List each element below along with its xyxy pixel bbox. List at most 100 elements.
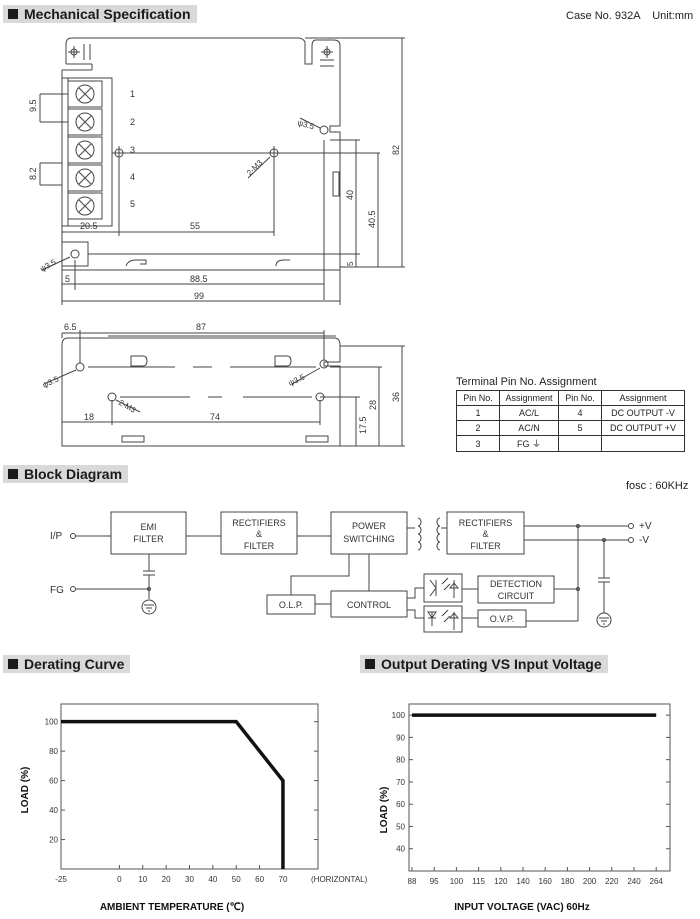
block-text: & xyxy=(256,529,262,539)
terminal-icon xyxy=(70,586,76,592)
x-tick-label: -25 xyxy=(55,875,67,884)
y-tick-label: 70 xyxy=(396,778,405,787)
terminal-icon xyxy=(70,533,76,539)
x-tick-label: 70 xyxy=(279,875,288,884)
terminal-icon xyxy=(628,537,634,543)
dim-label: 17.5 xyxy=(358,416,368,434)
square-bullet-icon xyxy=(8,659,18,669)
side-view-outline xyxy=(61,337,341,447)
block-text: O.L.P. xyxy=(279,600,303,610)
derating-curve-chart: -25 0 10 20 30 40 50 60 7020406080100 (HORIZONTA… xyxy=(20,703,368,913)
table-header: Assignment xyxy=(601,390,685,406)
table-cell: DC OUTPUT +V xyxy=(601,420,685,436)
output-neg-label: -V xyxy=(639,535,649,546)
table-cell: 1 xyxy=(456,405,500,421)
dim-label: 87 xyxy=(196,322,206,332)
x-tick-label: 95 xyxy=(430,877,439,886)
block-power-switching xyxy=(330,511,408,555)
block-text: RECTIFIERS xyxy=(232,518,286,528)
block-text: CONTROL xyxy=(347,600,391,610)
dim-label: 6.5 xyxy=(64,322,77,332)
terminal-number: 2 xyxy=(130,117,135,127)
transformer-icon xyxy=(407,517,447,551)
y-tick-label: 20 xyxy=(49,836,58,845)
x-tick-label: 0 xyxy=(117,875,122,884)
dim-label: 18 xyxy=(84,412,94,422)
dim-label: 99 xyxy=(194,291,204,301)
table-header-row: Pin No. Assignment Pin No. Assignment xyxy=(456,390,685,406)
block-text: FILTER xyxy=(244,541,275,551)
x-tick-label: 100 xyxy=(450,877,464,886)
table-header: Pin No. xyxy=(456,390,500,406)
input-label: I/P xyxy=(50,531,63,542)
dim-label: 28 xyxy=(368,400,378,410)
block-text: DETECTION xyxy=(490,579,542,589)
dim-label: 40 xyxy=(345,190,355,200)
pin-table-caption: Terminal Pin No. Assignment xyxy=(456,376,597,388)
block-text: FILTER xyxy=(470,541,501,551)
y-tick-label: 50 xyxy=(396,822,405,831)
y-tick-label: 90 xyxy=(396,733,405,742)
optocoupler-icon xyxy=(423,605,463,633)
table-cell: 5 xyxy=(558,420,602,436)
dim-label: 5 xyxy=(65,274,70,284)
dim-label: 88.5 xyxy=(190,274,208,284)
y-tick-label: 80 xyxy=(49,747,58,756)
mount-hole-icon xyxy=(319,125,329,135)
dim-pitch: 8.2 xyxy=(28,167,38,180)
x-tick-label: 220 xyxy=(605,877,619,886)
output-pos-label: +V xyxy=(639,521,652,532)
table-cell xyxy=(558,435,602,452)
dim-label: 20.5 xyxy=(80,221,98,231)
x-tick-label: 60 xyxy=(255,875,264,884)
case-outline xyxy=(61,37,341,271)
output-derating-chart: 88 95 100 115 120 140 160 180 200 220 240 264 40 50 60… xyxy=(379,703,671,913)
dim-label: 36 xyxy=(391,392,401,402)
terminal-screws xyxy=(67,80,103,220)
dim-label: 82 xyxy=(391,145,401,155)
x-tick-label: 120 xyxy=(494,877,508,886)
y-tick-label: 80 xyxy=(396,756,405,765)
x-tick-label: 30 xyxy=(185,875,194,884)
block-text: & xyxy=(482,529,488,539)
table-cell: AC/N xyxy=(499,420,559,436)
section-header-derating-curve: Derating Curve xyxy=(3,655,131,673)
square-bullet-icon xyxy=(8,469,18,479)
chart-plot-area xyxy=(408,703,671,872)
y-tick-label: 100 xyxy=(392,711,406,720)
chart-plot-area xyxy=(60,703,319,870)
section-title: Output Derating VS Input Voltage xyxy=(381,656,602,672)
x-tick-label: 160 xyxy=(539,877,553,886)
table-cell: DC OUTPUT -V xyxy=(601,405,685,421)
x-tick-label: 50 xyxy=(232,875,241,884)
block-diagram: I/P FG EMI FILTER RECTIFIERS & FILTER PO… xyxy=(50,511,652,633)
x-tick-label: 40 xyxy=(208,875,217,884)
x-tick-label: 88 xyxy=(408,877,417,886)
dim-screw: 2-M3 xyxy=(245,158,265,178)
block-text: O.V.P. xyxy=(490,614,515,624)
table-cell xyxy=(601,435,685,452)
table-header: Pin No. xyxy=(558,390,602,406)
ground-icon xyxy=(596,612,612,628)
block-text: SWITCHING xyxy=(343,534,395,544)
table-row: 1 AC/L 4 DC OUTPUT -V xyxy=(456,405,685,421)
x-tick-label: 140 xyxy=(516,877,530,886)
pin-assignment-table: Pin No. Assignment Pin No. Assignment 1 … xyxy=(456,390,685,452)
table-cell: 2 xyxy=(456,420,500,436)
table-row: 2 AC/N 5 DC OUTPUT +V xyxy=(456,420,685,436)
dim-label: 5 xyxy=(346,261,355,266)
y-tick-label: 60 xyxy=(49,777,58,786)
x-tick-label: 115 xyxy=(472,877,485,886)
y-axis-label: LOAD (%) xyxy=(20,767,31,814)
terminal-number: 1 xyxy=(130,89,135,99)
dim-hole: ψ3.5 xyxy=(296,118,315,131)
section-title: Derating Curve xyxy=(24,656,125,672)
section-header-block-diagram: Block Diagram xyxy=(3,465,129,483)
table-cell: FG ⏚ xyxy=(499,435,559,452)
y-axis-label: LOAD (%) xyxy=(379,787,390,834)
x-tick-label: 240 xyxy=(627,877,641,886)
y-tick-label: 40 xyxy=(49,806,58,815)
block-text: POWER xyxy=(352,521,387,531)
x-tick-label: 264 xyxy=(650,877,664,886)
dim-label: 40.5 xyxy=(367,210,377,228)
